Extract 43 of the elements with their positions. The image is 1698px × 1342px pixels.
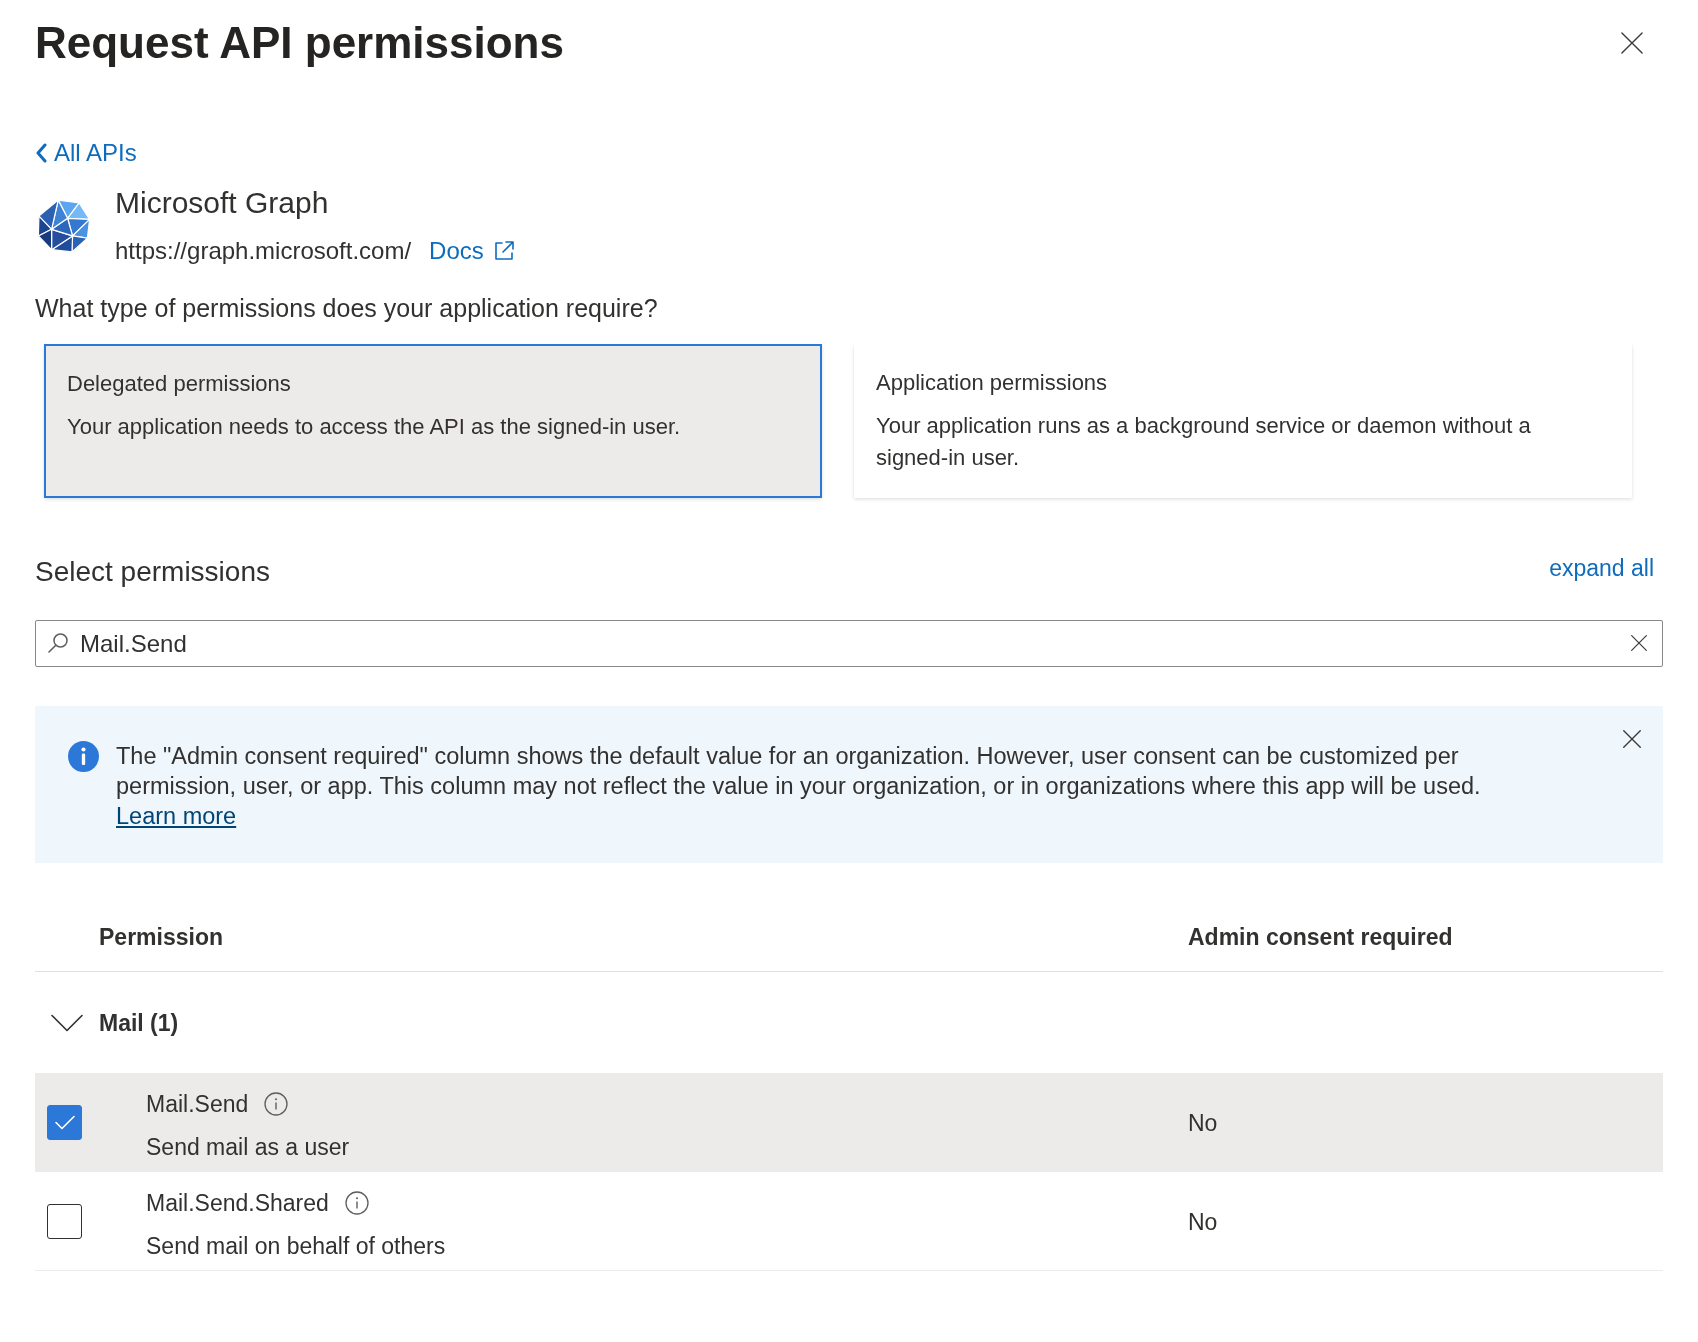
column-header: Permission	[98, 923, 224, 951]
permission-name: Mail.Send	[146, 1090, 249, 1118]
dismiss-button[interactable]	[1623, 730, 1641, 748]
all-apis-link[interactable]: All APIs	[35, 138, 137, 168]
card-title: Application permissions	[876, 369, 1109, 397]
permission-description: Send mail on behalf of others	[146, 1232, 446, 1260]
polyhedron-logo-icon	[37, 198, 91, 253]
permission-type-card[interactable]: Application permissions Your application runs as a background service or daemon without a signed-in user.	[854, 344, 1632, 498]
card-description: Your application runs as a background service or daemon without a signed-in user.	[876, 412, 1532, 472]
expand-all-link[interactable]: expand all	[1549, 554, 1654, 582]
checkmark-icon	[54, 1115, 75, 1130]
learn-more-link[interactable]: Learn more	[116, 803, 237, 829]
info-message: The "Admin consent required" column shows the default value for an organization. However, user consent can be customized per permission, user, or app. This column may not reflect the value in your organization, or in organizations where this app will be used. Learn more	[116, 742, 1482, 831]
card-description: Your application needs to access the API as the signed-in user.	[67, 413, 682, 441]
docs-link[interactable]: Docs	[429, 236, 516, 266]
close-icon	[1621, 31, 1643, 54]
admin-consent-value: No	[1188, 1207, 1218, 1236]
admin-consent-value: No	[1188, 1108, 1218, 1137]
info-icon	[68, 741, 99, 772]
card-title: Delegated permissions	[67, 370, 292, 398]
api-url: https://graph.microsoft.com/	[115, 236, 412, 266]
dialog-title: Request API permissions	[35, 17, 564, 69]
close-icon	[1623, 730, 1641, 748]
api-name: Microsoft Graph	[115, 185, 329, 221]
close-button[interactable]	[1621, 31, 1643, 54]
search-icon	[47, 632, 69, 654]
close-icon	[1631, 635, 1647, 651]
search-field[interactable]: Mail.Send	[35, 620, 1663, 667]
clear-search-button[interactable]	[1631, 635, 1647, 651]
permission-type-question: What type of permissions does your application require?	[35, 293, 658, 324]
info-icon	[344, 1191, 369, 1215]
checkbox[interactable]	[47, 1105, 82, 1140]
column-header: Admin consent required	[1188, 923, 1454, 951]
section-heading: Select permissions	[35, 555, 270, 589]
permission-description: Send mail as a user	[146, 1133, 350, 1161]
permission-name: Mail.Send.Shared	[146, 1189, 329, 1217]
permission-row[interactable]: Mail.Send Send mail as a user No	[35, 1073, 1663, 1172]
info-icon	[264, 1092, 289, 1116]
permission-type-card[interactable]: Delegated permissions Your application needs to access the API as the signed-in user.	[44, 344, 822, 498]
chevron-left-icon	[35, 143, 47, 163]
checkbox[interactable]	[47, 1204, 82, 1239]
group-label: Mail (1)	[99, 1008, 179, 1037]
chevron-icon[interactable]	[51, 1013, 83, 1032]
